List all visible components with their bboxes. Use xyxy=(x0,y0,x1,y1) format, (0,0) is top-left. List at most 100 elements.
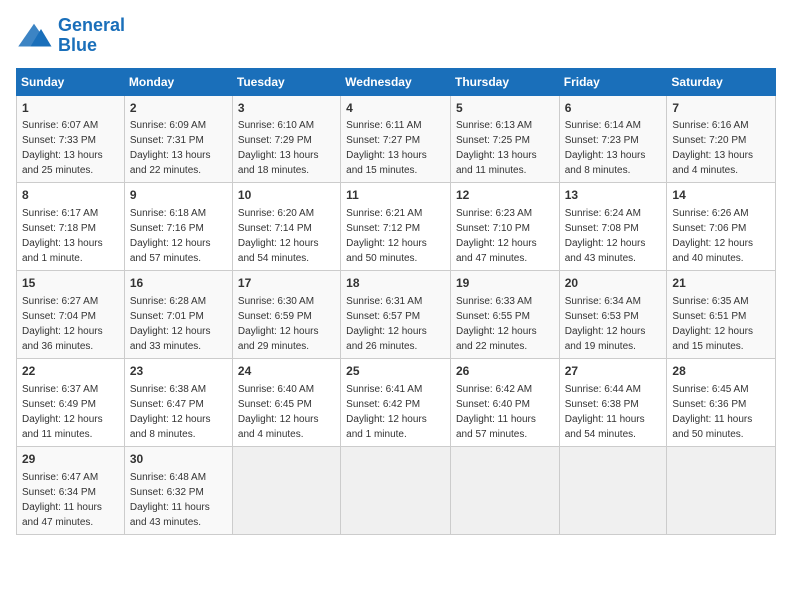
day-info: Sunrise: 6:37 AMSunset: 6:49 PMDaylight:… xyxy=(22,384,103,440)
day-number: 30 xyxy=(130,451,227,468)
calendar-row: 8 Sunrise: 6:17 AMSunset: 7:18 PMDaylight… xyxy=(17,183,776,271)
header-thursday: Thursday xyxy=(450,68,559,95)
day-number: 3 xyxy=(238,100,335,117)
day-number: 15 xyxy=(22,275,119,292)
day-info: Sunrise: 6:17 AMSunset: 7:18 PMDaylight:… xyxy=(22,208,103,264)
day-number: 12 xyxy=(456,187,554,204)
calendar-cell: 18 Sunrise: 6:31 AMSunset: 6:57 PMDayligh… xyxy=(341,271,451,359)
day-number: 9 xyxy=(130,187,227,204)
header-tuesday: Tuesday xyxy=(232,68,340,95)
day-number: 6 xyxy=(565,100,662,117)
calendar-cell: 25 Sunrise: 6:41 AMSunset: 6:42 PMDayligh… xyxy=(341,358,451,446)
day-number: 19 xyxy=(456,275,554,292)
calendar-cell: 8 Sunrise: 6:17 AMSunset: 7:18 PMDaylight… xyxy=(17,183,125,271)
calendar-cell: 24 Sunrise: 6:40 AMSunset: 6:45 PMDayligh… xyxy=(232,358,340,446)
calendar-cell xyxy=(667,446,776,534)
calendar-cell: 29 Sunrise: 6:47 AMSunset: 6:34 PMDayligh… xyxy=(17,446,125,534)
day-info: Sunrise: 6:13 AMSunset: 7:25 PMDaylight:… xyxy=(456,120,537,176)
day-number: 26 xyxy=(456,363,554,380)
day-info: Sunrise: 6:42 AMSunset: 6:40 PMDaylight:… xyxy=(456,384,536,440)
day-info: Sunrise: 6:28 AMSunset: 7:01 PMDaylight:… xyxy=(130,296,211,352)
day-info: Sunrise: 6:40 AMSunset: 6:45 PMDaylight:… xyxy=(238,384,319,440)
calendar-cell: 22 Sunrise: 6:37 AMSunset: 6:49 PMDayligh… xyxy=(17,358,125,446)
calendar-cell: 30 Sunrise: 6:48 AMSunset: 6:32 PMDayligh… xyxy=(124,446,232,534)
calendar-cell xyxy=(559,446,667,534)
day-number: 14 xyxy=(672,187,770,204)
calendar-cell: 12 Sunrise: 6:23 AMSunset: 7:10 PMDayligh… xyxy=(450,183,559,271)
day-info: Sunrise: 6:45 AMSunset: 6:36 PMDaylight:… xyxy=(672,384,752,440)
calendar-row: 29 Sunrise: 6:47 AMSunset: 6:34 PMDayligh… xyxy=(17,446,776,534)
day-number: 18 xyxy=(346,275,445,292)
calendar-cell: 17Sunrise: 6:30 AMSunset: 6:59 PMDayligh… xyxy=(232,271,340,359)
day-info: Sunrise: 6:27 AMSunset: 7:04 PMDaylight:… xyxy=(22,296,103,352)
day-info: Sunrise: 6:24 AMSunset: 7:08 PMDaylight:… xyxy=(565,208,646,264)
day-info: Sunrise: 6:31 AMSunset: 6:57 PMDaylight:… xyxy=(346,296,427,352)
calendar-cell: 23Sunrise: 6:38 AMSunset: 6:47 PMDayligh… xyxy=(124,358,232,446)
day-number: 5 xyxy=(456,100,554,117)
page-header: General Blue xyxy=(16,16,776,56)
day-info: Sunrise: 6:30 AMSunset: 6:59 PMDaylight:… xyxy=(238,296,319,352)
calendar-table: Sunday Monday Tuesday Wednesday Thursday… xyxy=(16,68,776,535)
day-number: 8 xyxy=(22,187,119,204)
day-info: Sunrise: 6:09 AMSunset: 7:31 PMDaylight:… xyxy=(130,120,211,176)
day-number: 2 xyxy=(130,100,227,117)
calendar-row: 22 Sunrise: 6:37 AMSunset: 6:49 PMDayligh… xyxy=(17,358,776,446)
day-number: 16 xyxy=(130,275,227,292)
logo: General Blue xyxy=(16,16,125,56)
calendar-cell xyxy=(232,446,340,534)
day-number: 7 xyxy=(672,100,770,117)
calendar-cell: 16 Sunrise: 6:28 AMSunset: 7:01 PMDayligh… xyxy=(124,271,232,359)
day-number: 28 xyxy=(672,363,770,380)
day-info: Sunrise: 6:35 AMSunset: 6:51 PMDaylight:… xyxy=(672,296,753,352)
day-number: 20 xyxy=(565,275,662,292)
day-info: Sunrise: 6:20 AMSunset: 7:14 PMDaylight:… xyxy=(238,208,319,264)
day-number: 13 xyxy=(565,187,662,204)
calendar-cell: 19 Sunrise: 6:33 AMSunset: 6:55 PMDayligh… xyxy=(450,271,559,359)
calendar-cell: 10 Sunrise: 6:20 AMSunset: 7:14 PMDayligh… xyxy=(232,183,340,271)
calendar-cell: 14 Sunrise: 6:26 AMSunset: 7:06 PMDayligh… xyxy=(667,183,776,271)
day-info: Sunrise: 6:38 AMSunset: 6:47 PMDaylight:… xyxy=(130,384,211,440)
logo-icon xyxy=(16,22,52,50)
day-info: Sunrise: 6:07 AMSunset: 7:33 PMDaylight:… xyxy=(22,120,103,176)
calendar-cell xyxy=(450,446,559,534)
calendar-cell: 11 Sunrise: 6:21 AMSunset: 7:12 PMDayligh… xyxy=(341,183,451,271)
header-saturday: Saturday xyxy=(667,68,776,95)
header-monday: Monday xyxy=(124,68,232,95)
day-info: Sunrise: 6:44 AMSunset: 6:38 PMDaylight:… xyxy=(565,384,645,440)
calendar-cell: 3Sunrise: 6:10 AMSunset: 7:29 PMDaylight… xyxy=(232,95,340,183)
day-number: 24 xyxy=(238,363,335,380)
weekday-header-row: Sunday Monday Tuesday Wednesday Thursday… xyxy=(17,68,776,95)
calendar-cell: 5 Sunrise: 6:13 AMSunset: 7:25 PMDaylight… xyxy=(450,95,559,183)
day-number: 27 xyxy=(565,363,662,380)
header-wednesday: Wednesday xyxy=(341,68,451,95)
calendar-cell: 2 Sunrise: 6:09 AMSunset: 7:31 PMDaylight… xyxy=(124,95,232,183)
calendar-cell: 26 Sunrise: 6:42 AMSunset: 6:40 PMDayligh… xyxy=(450,358,559,446)
day-number: 21 xyxy=(672,275,770,292)
day-info: Sunrise: 6:47 AMSunset: 6:34 PMDaylight:… xyxy=(22,472,102,528)
day-info: Sunrise: 6:26 AMSunset: 7:06 PMDaylight:… xyxy=(672,208,753,264)
day-info: Sunrise: 6:11 AMSunset: 7:27 PMDaylight:… xyxy=(346,120,427,176)
day-number: 1 xyxy=(22,100,119,117)
calendar-cell: 7 Sunrise: 6:16 AMSunset: 7:20 PMDaylight… xyxy=(667,95,776,183)
calendar-row: 15 Sunrise: 6:27 AMSunset: 7:04 PMDayligh… xyxy=(17,271,776,359)
day-info: Sunrise: 6:14 AMSunset: 7:23 PMDaylight:… xyxy=(565,120,646,176)
day-number: 22 xyxy=(22,363,119,380)
day-info: Sunrise: 6:48 AMSunset: 6:32 PMDaylight:… xyxy=(130,472,210,528)
calendar-cell: 15 Sunrise: 6:27 AMSunset: 7:04 PMDayligh… xyxy=(17,271,125,359)
day-info: Sunrise: 6:16 AMSunset: 7:20 PMDaylight:… xyxy=(672,120,753,176)
day-number: 4 xyxy=(346,100,445,117)
calendar-cell: 4 Sunrise: 6:11 AMSunset: 7:27 PMDaylight… xyxy=(341,95,451,183)
header-sunday: Sunday xyxy=(17,68,125,95)
day-info: Sunrise: 6:23 AMSunset: 7:10 PMDaylight:… xyxy=(456,208,537,264)
day-number: 25 xyxy=(346,363,445,380)
day-info: Sunrise: 6:41 AMSunset: 6:42 PMDaylight:… xyxy=(346,384,427,440)
day-number: 10 xyxy=(238,187,335,204)
calendar-cell: 27 Sunrise: 6:44 AMSunset: 6:38 PMDayligh… xyxy=(559,358,667,446)
day-info: Sunrise: 6:21 AMSunset: 7:12 PMDaylight:… xyxy=(346,208,427,264)
day-info: Sunrise: 6:33 AMSunset: 6:55 PMDaylight:… xyxy=(456,296,537,352)
calendar-cell: 13 Sunrise: 6:24 AMSunset: 7:08 PMDayligh… xyxy=(559,183,667,271)
day-number: 11 xyxy=(346,187,445,204)
calendar-cell: 1 Sunrise: 6:07 AMSunset: 7:33 PMDaylight… xyxy=(17,95,125,183)
calendar-cell: 21 Sunrise: 6:35 AMSunset: 6:51 PMDayligh… xyxy=(667,271,776,359)
day-number: 29 xyxy=(22,451,119,468)
